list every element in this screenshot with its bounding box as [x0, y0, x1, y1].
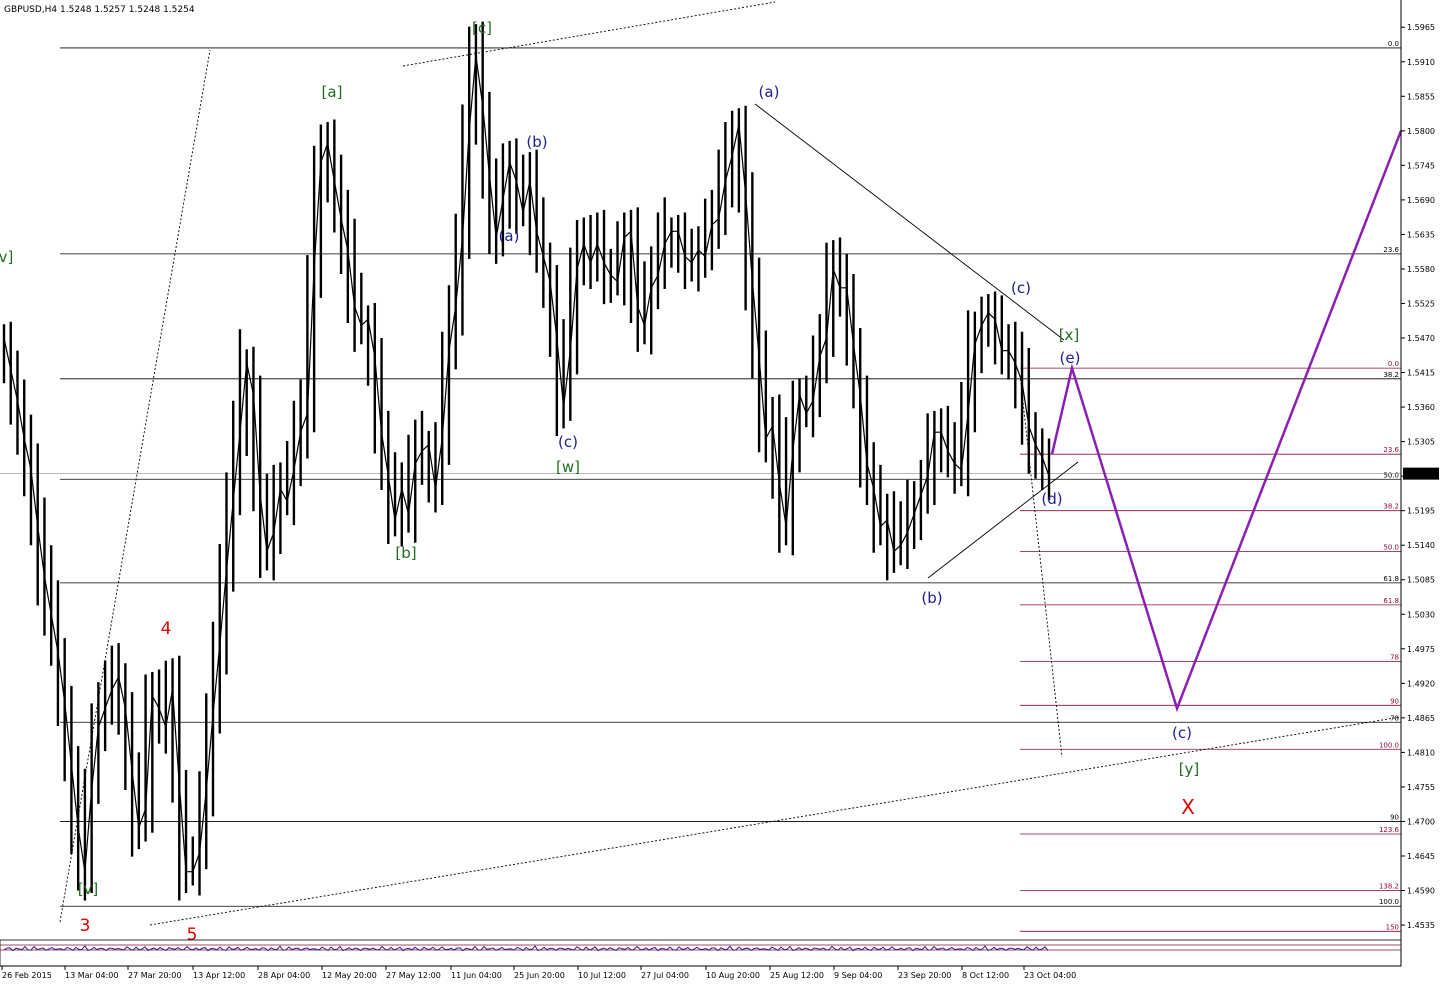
wave-label: [c]	[472, 19, 492, 37]
price-tick-label: 1.4865	[1407, 714, 1435, 723]
price-tick-label: 1.5635	[1407, 230, 1435, 239]
price-tick-label: 1.5910	[1407, 58, 1435, 67]
price-tick-label: 1.4700	[1407, 817, 1435, 826]
wave-label: (c)	[1011, 279, 1031, 297]
wave-label: [w]	[556, 458, 580, 476]
time-tick-label: 9 Sep 04:00	[834, 971, 882, 980]
price-tick-label: 1.4975	[1407, 645, 1435, 654]
time-tick-label: 23 Sep 20:00	[898, 971, 951, 980]
fib-extension-label: 23.6	[1383, 446, 1399, 454]
wave-label: X	[1181, 795, 1195, 819]
fib-extension-label: 123.6	[1379, 826, 1400, 834]
fib-extension-label: 38.2	[1383, 503, 1399, 511]
time-tick-label: 27 Mar 20:00	[128, 971, 181, 980]
wave-label: [y]	[1179, 760, 1200, 778]
wave-label: [x]	[1059, 326, 1080, 344]
chart-title: GBPUSD,H4 1.5248 1.5257 1.5248 1.5254	[4, 5, 195, 15]
chart-area: 0.0 23.6 38.2 50.0 61.8 78 90 100.0 0.0 23.6 38.2 5…	[0, 0, 1441, 983]
time-tick-label: 10 Jul 12:00	[578, 971, 626, 980]
price-tick-label: 1.5855	[1407, 92, 1435, 101]
price-tick-label: 1.4755	[1407, 783, 1435, 792]
time-tick-label: 13 Mar 04:00	[65, 971, 118, 980]
time-tick-label: 25 Aug 12:00	[770, 971, 824, 980]
fib-level-label: 90	[1390, 813, 1399, 821]
wave-label: [b]	[395, 544, 416, 562]
fib-extension-label: 78	[1390, 653, 1399, 661]
fib-extension-label: 61.8	[1383, 597, 1399, 605]
fib-level-label: 61.8	[1383, 575, 1399, 583]
wave-label: (b)	[921, 589, 942, 607]
time-tick-label: 11 Jun 04:00	[451, 971, 502, 980]
time-tick-label: 28 Apr 04:00	[258, 971, 310, 980]
last-price-tag-label: 1.5254	[1406, 470, 1434, 479]
fib-extension-label: 150	[1386, 923, 1399, 931]
price-tick-label: 1.5745	[1407, 161, 1435, 170]
price-tick-label: 1.5580	[1407, 265, 1435, 274]
price-tick-label: 1.5085	[1407, 576, 1435, 585]
price-tick-label: 1.5140	[1407, 541, 1435, 550]
fib-level-label: 38.2	[1383, 371, 1399, 379]
fib-level-label: 23.6	[1383, 246, 1399, 254]
price-tick-label: 1.4590	[1407, 887, 1435, 896]
fib-level-label: 100.0	[1379, 898, 1399, 906]
time-tick-label: 8 Oct 12:00	[962, 971, 1009, 980]
price-tick-label: 1.5360	[1407, 403, 1435, 412]
wave-label: (d)	[1041, 490, 1062, 508]
wave-label: [a]	[322, 83, 343, 101]
price-tick-label: 1.5690	[1407, 196, 1435, 205]
price-tick-label: 1.4535	[1407, 921, 1435, 930]
fib-extension-label: 90	[1390, 697, 1399, 705]
time-tick-label: 27 Jul 04:00	[641, 971, 689, 980]
wave-label: (c)	[558, 433, 578, 451]
price-tick-label: 1.4645	[1407, 852, 1435, 861]
price-tick-label: 1.5415	[1407, 369, 1435, 378]
price-tick-label: 1.5195	[1407, 507, 1435, 516]
price-tick-label: 1.5030	[1407, 610, 1435, 619]
wave-label: (a)	[499, 227, 520, 245]
price-tick-label: 1.5305	[1407, 438, 1435, 447]
time-tick-label: 26 Feb 2015	[2, 971, 52, 980]
wave-label: [v]	[78, 880, 99, 898]
time-tick-label: 12 May 20:00	[322, 971, 377, 980]
price-tick-label: 1.4810	[1407, 748, 1435, 757]
time-tick-label: 23 Oct 04:00	[1024, 971, 1076, 980]
price-tick-label: 1.5525	[1407, 299, 1435, 308]
wave-label: (c)	[1172, 724, 1192, 742]
fib-level-label: 50.0	[1383, 471, 1399, 479]
fib-extension-label: 0.0	[1388, 360, 1399, 368]
fib-extension-label: 100.0	[1379, 741, 1399, 749]
wave-label: (a)	[759, 83, 780, 101]
wave-label: (b)	[526, 133, 547, 151]
time-tick-label: 25 Jun 20:00	[514, 971, 565, 980]
time-tick-label: 27 May 12:00	[386, 971, 441, 980]
wave-label: v]	[0, 248, 13, 266]
fib-extension-label: 50.0	[1383, 543, 1399, 551]
price-tick-label: 1.5965	[1407, 23, 1435, 32]
wave-label: 4	[161, 619, 172, 639]
fib-extension-label: 138.2	[1379, 883, 1399, 891]
wave-label: (e)	[1060, 349, 1081, 367]
price-tick-label: 1.5470	[1407, 334, 1435, 343]
fib-level-label: 0.0	[1388, 40, 1399, 48]
time-tick-label: 10 Aug 20:00	[706, 971, 760, 980]
price-tick-label: 1.5800	[1407, 127, 1435, 136]
price-tick-label: 1.4920	[1407, 679, 1435, 688]
wave-label: 3	[80, 916, 91, 936]
wave-label: 5	[187, 925, 198, 945]
time-tick-label: 13 Apr 12:00	[193, 971, 245, 980]
price-chart: 0.0 23.6 38.2 50.0 61.8 78 90 100.0 0.0 23.6 38.2 5…	[0, 0, 1441, 983]
